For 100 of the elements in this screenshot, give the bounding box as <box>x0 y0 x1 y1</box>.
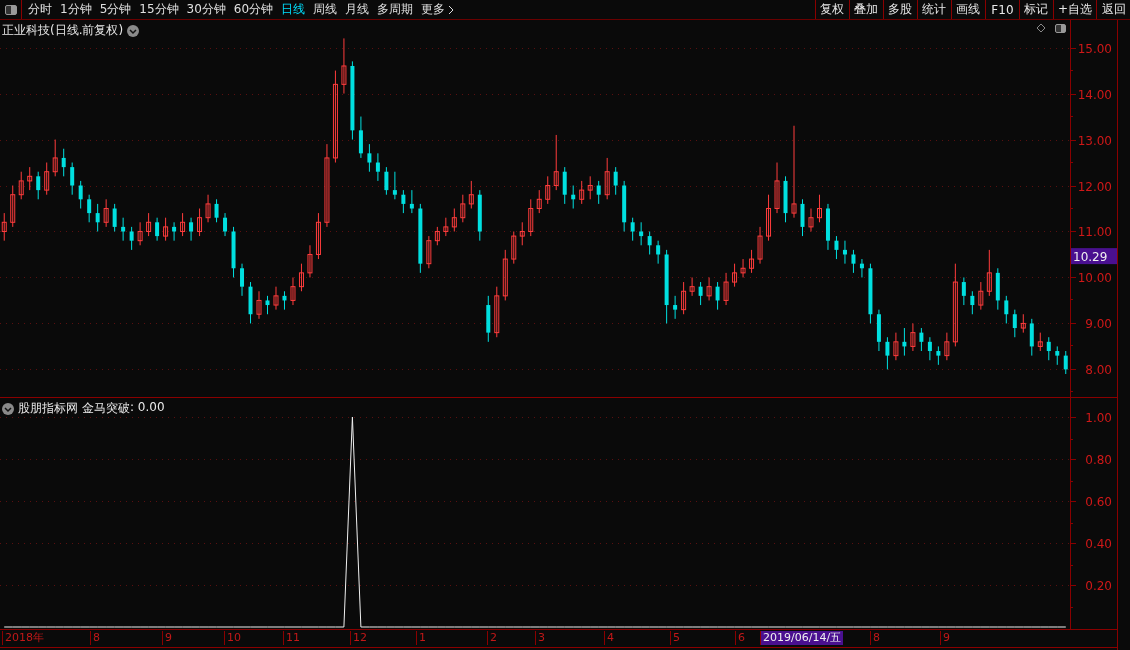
period-tab[interactable]: 多周期 <box>374 0 417 19</box>
candle <box>70 162 75 196</box>
candle <box>87 194 92 223</box>
candle <box>656 240 661 265</box>
current-price-label: 10.29 <box>1071 248 1117 265</box>
candle <box>1055 345 1060 366</box>
candle <box>1004 295 1009 324</box>
axis-label: 14.00 <box>1077 87 1112 102</box>
candle <box>944 332 950 361</box>
candle <box>868 263 873 324</box>
date-label: 2 <box>487 631 499 645</box>
candle <box>851 249 856 274</box>
diamond-icon[interactable] <box>1036 23 1046 33</box>
period-tab[interactable]: 月线 <box>342 0 373 19</box>
candle <box>112 203 117 232</box>
candle <box>265 295 270 315</box>
candle <box>706 276 712 301</box>
candle <box>536 189 542 214</box>
date-label: 10 <box>224 631 243 645</box>
candle <box>910 322 916 352</box>
candle <box>622 180 627 232</box>
candle <box>715 281 720 311</box>
candle <box>562 166 567 205</box>
candle <box>1012 309 1017 338</box>
candle <box>1063 350 1068 375</box>
candle <box>834 235 839 260</box>
candle <box>103 198 109 228</box>
date-label: 1 <box>416 631 428 645</box>
candle <box>1020 313 1026 334</box>
candle <box>919 327 924 352</box>
candle <box>1037 332 1043 352</box>
candle <box>341 37 347 95</box>
candle <box>384 166 389 196</box>
candle <box>290 276 296 306</box>
candle <box>545 175 551 205</box>
candle <box>180 212 186 237</box>
period-tab[interactable]: 15分钟 <box>136 0 182 19</box>
candle <box>826 203 830 251</box>
candle <box>10 185 16 228</box>
candle <box>859 258 864 278</box>
candle <box>443 217 449 237</box>
indicator-title: 股朋指标网 <box>18 400 78 417</box>
chart-title: 正业科技(日线.前复权) <box>2 22 124 39</box>
axis-label: 13.00 <box>1077 133 1112 148</box>
candle <box>698 281 703 306</box>
candle <box>95 203 100 232</box>
period-tab[interactable]: 周线 <box>310 0 341 19</box>
dropdown-icon[interactable] <box>2 402 14 415</box>
period-tab[interactable]: 日线 <box>278 0 309 19</box>
candle <box>256 290 262 320</box>
date-label: 8 <box>870 631 882 645</box>
candle <box>494 286 500 338</box>
candle <box>477 189 482 242</box>
candle <box>995 267 1000 311</box>
dropdown-icon[interactable] <box>127 24 140 37</box>
axis-label: 1.00 <box>1085 410 1112 425</box>
date-label: 2019/06/14/五 <box>760 631 844 645</box>
axis-label: 9.00 <box>1085 316 1112 331</box>
candle <box>978 281 984 311</box>
date-label: 12 <box>350 631 369 645</box>
date-label: 5 <box>670 631 682 645</box>
date-label: 2018年 <box>2 631 46 645</box>
candle <box>52 139 58 177</box>
axis-label: 0.60 <box>1085 494 1112 509</box>
candle <box>647 231 652 255</box>
candle <box>893 332 899 361</box>
date-label: 3 <box>535 631 547 645</box>
period-tab[interactable]: 5分钟 <box>96 0 135 19</box>
period-tab[interactable]: 更多 <box>418 0 458 19</box>
axis-label: 11.00 <box>1077 224 1112 239</box>
date-label: 4 <box>604 631 616 645</box>
candle <box>409 189 414 214</box>
candle <box>78 180 83 209</box>
period-tab[interactable]: 分时 <box>25 0 55 19</box>
candle <box>740 258 746 278</box>
candle <box>842 240 847 265</box>
candle <box>121 217 126 242</box>
axis-label: 0.20 <box>1085 578 1112 593</box>
candle <box>579 180 585 205</box>
candle <box>248 281 253 324</box>
candle <box>214 198 219 223</box>
period-tab[interactable]: 1分钟 <box>57 0 95 19</box>
candle <box>885 336 890 370</box>
axis-label: 10.00 <box>1077 270 1112 285</box>
candle <box>502 249 508 301</box>
candle <box>800 198 805 237</box>
candle <box>902 327 907 357</box>
period-tab[interactable]: 60分钟 <box>230 0 277 19</box>
candle <box>358 116 363 159</box>
panel-toggle-icon[interactable] <box>1054 23 1066 33</box>
candle <box>18 171 24 200</box>
candle <box>375 152 380 182</box>
candle <box>146 212 152 237</box>
candle <box>817 194 822 223</box>
period-tab[interactable]: 30分钟 <box>183 0 229 19</box>
date-label: 9 <box>162 631 174 645</box>
candle <box>36 171 41 200</box>
date-label: 11 <box>283 631 302 645</box>
candle <box>163 217 169 242</box>
candle <box>673 295 678 320</box>
